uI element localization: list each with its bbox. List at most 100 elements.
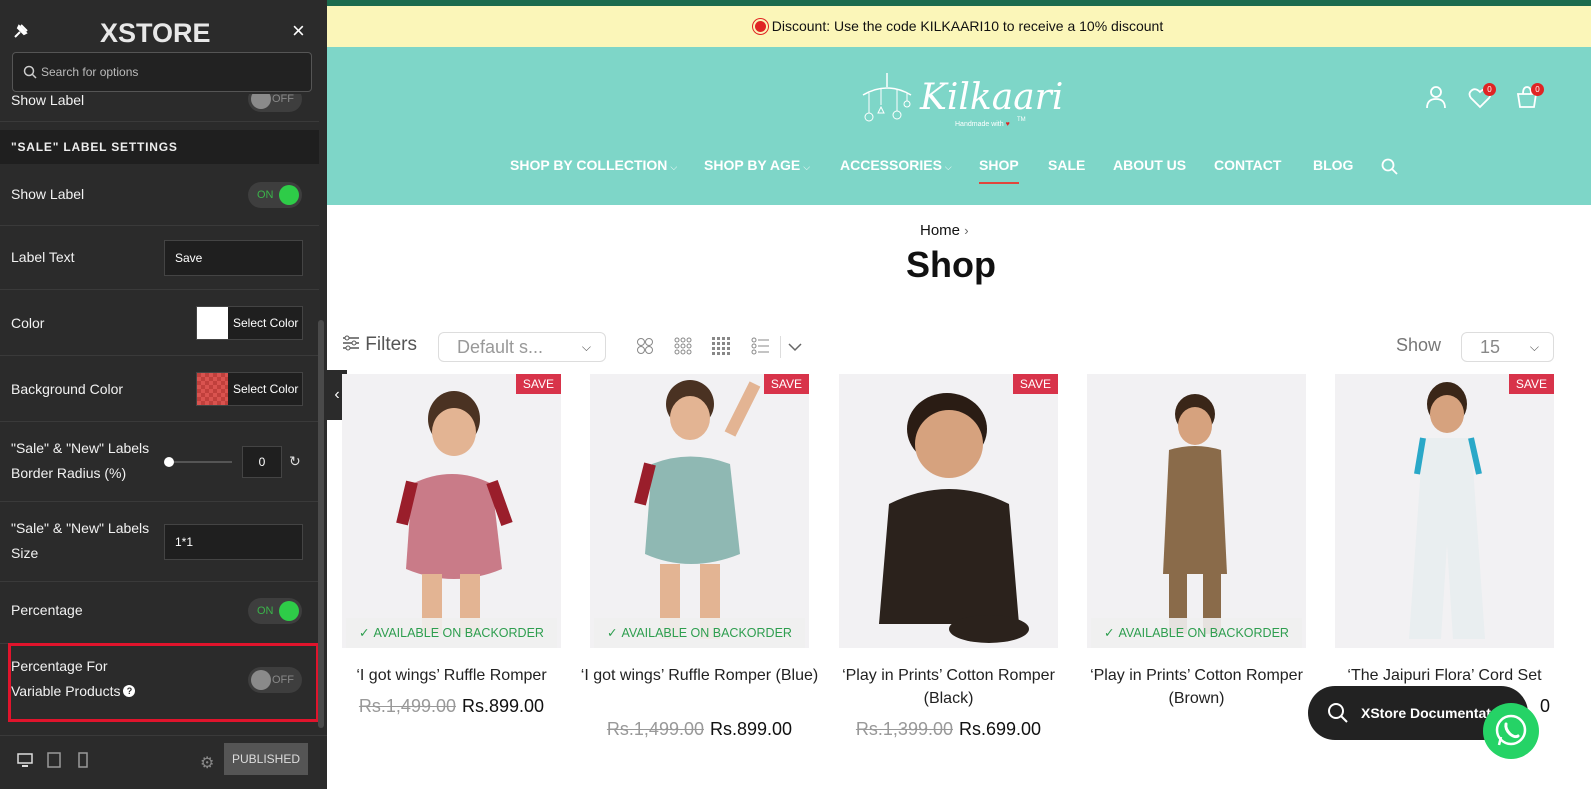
product-price: Rs.1,399.00 Rs.699.00 (829, 719, 1068, 740)
product-photo (879, 393, 1029, 643)
more-views-chevron-icon[interactable] (788, 342, 802, 352)
published-button[interactable]: PUBLISHED (224, 743, 308, 775)
site-preview: Discount: Use the code KILKAARI10 to rec… (327, 6, 1591, 789)
panel-footer: ⚙ PUBLISHED (0, 735, 327, 789)
wishlist-count-badge: 0 (1483, 83, 1496, 96)
section-title: "SALE" LABEL SETTINGS (11, 140, 178, 154)
breadcrumb-home[interactable]: Home (920, 222, 960, 239)
product-image[interactable]: SAVE (1335, 374, 1554, 648)
backorder-status: ✓ AVAILABLE ON BACKORDER (1091, 618, 1302, 648)
mobile-icon[interactable] (75, 752, 91, 768)
product-title[interactable]: ‘Play in Prints’ Cotton Romper (Black) (829, 664, 1068, 710)
sale-price: Rs.899.00 (710, 719, 793, 739)
sale-label-section-header: "SALE" LABEL SETTINGS (0, 130, 319, 164)
nav-contact[interactable]: CONTACT (1214, 157, 1281, 173)
percentage-variable-toggle[interactable]: OFF (248, 667, 302, 693)
brand-name: Kilkaari (920, 77, 1064, 118)
nav-blog[interactable]: BLOG (1313, 157, 1353, 173)
customizer-panel: XSTORE × Show Label OFF "SALE" LABEL SET… (0, 0, 327, 789)
nav-accessories[interactable]: ACCESSORIES ⌵ (840, 157, 952, 173)
background-color-row: Background Color Select Color (0, 356, 319, 422)
old-price: Rs.1,399.00 (855, 719, 953, 739)
per-page-select[interactable]: 15 ⌵ (1461, 332, 1554, 362)
labels-size-input[interactable]: 1*1 (164, 524, 303, 560)
background-color-label: Background Color (11, 381, 124, 397)
partial-show-label-row: Show Label OFF (0, 94, 319, 122)
account-icon[interactable] (1425, 85, 1447, 109)
border-radius-input[interactable]: 0 (242, 446, 282, 478)
product-title[interactable]: ‘Play in Prints’ Cotton Romper (Brown) (1077, 664, 1316, 710)
close-icon[interactable]: × (292, 18, 305, 44)
help-icon[interactable]: ? (123, 685, 136, 697)
product-image[interactable]: SAVE ✓ AVAILABLE ON BACKORDER (342, 374, 561, 648)
pin-icon[interactable] (12, 22, 30, 40)
save-badge: SAVE (1508, 374, 1554, 394)
search-input[interactable] (41, 61, 301, 83)
nav-shop-by-collection[interactable]: SHOP BY COLLECTION ⌵ (510, 157, 677, 173)
background-color-select-button[interactable]: Select Color (196, 372, 303, 406)
background-color-swatch (197, 373, 228, 405)
partial-show-label-toggle[interactable]: OFF (248, 94, 302, 112)
grid-4-icon[interactable] (712, 337, 730, 355)
product-title[interactable]: ‘I got wings’ Ruffle Romper (332, 664, 571, 687)
panel-header: XSTORE × (0, 6, 327, 50)
product-image[interactable]: ✓ AVAILABLE ON BACKORDER (1087, 374, 1306, 648)
whatsapp-button[interactable] (1483, 703, 1539, 759)
product-image[interactable]: SAVE (839, 374, 1058, 648)
shop-toolbar: Filters Default s... ⌵ Show 15 ⌵ (327, 330, 1591, 364)
product-price: Rs.1,499.00 Rs.899.00 (580, 719, 819, 740)
percentage-toggle[interactable]: ON (248, 598, 302, 624)
nav-shop[interactable]: SHOP (979, 157, 1019, 184)
sale-price: 0 (1539, 696, 1550, 716)
search-icon[interactable] (1381, 158, 1398, 175)
product-title[interactable]: ‘I got wings’ Ruffle Romper (Blue) (580, 664, 819, 687)
percentage-label: Percentage (11, 602, 83, 618)
product-photo (634, 380, 761, 639)
color-select-label: Select Color (233, 316, 299, 330)
label-text-label: Label Text (11, 249, 75, 265)
filters-icon (343, 335, 359, 351)
product-title[interactable]: ‘The Jaipuri Flora’ Cord Set (1325, 664, 1564, 687)
show-label: Show (1396, 335, 1442, 355)
border-radius-slider-track[interactable] (169, 461, 232, 463)
documentation-label: XStore Documentat (1361, 705, 1491, 721)
whatsapp-icon (1495, 714, 1527, 746)
grid-3-icon[interactable] (674, 337, 692, 355)
label-text-input[interactable]: Save (164, 240, 303, 276)
nav-sale[interactable]: SALE (1048, 157, 1085, 173)
filters-button[interactable]: Filters (342, 334, 417, 356)
tablet-icon[interactable] (46, 752, 62, 768)
product-photo (1409, 382, 1485, 639)
chevron-down-icon: ⌵ (1529, 340, 1539, 354)
breadcrumb: Home › (920, 222, 969, 239)
xstore-logo: XSTORE (100, 18, 211, 48)
toolbar-divider (780, 336, 781, 358)
desktop-icon[interactable] (17, 752, 33, 768)
backorder-status: ✓ AVAILABLE ON BACKORDER (346, 618, 557, 648)
save-badge: SAVE (763, 374, 809, 394)
list-view-icon[interactable] (751, 337, 769, 355)
promo-text: Discount: Use the code KILKAARI10 to rec… (771, 18, 1164, 34)
chevron-down-icon: ⌵ (581, 340, 591, 354)
background-color-select-label: Select Color (233, 382, 299, 396)
grid-2-icon[interactable] (636, 337, 654, 355)
partial-show-label: Show Label (11, 94, 85, 108)
color-select-button[interactable]: Select Color (196, 306, 303, 340)
product-image[interactable]: SAVE ✓ AVAILABLE ON BACKORDER (590, 374, 809, 648)
gear-icon[interactable]: ⚙ (200, 753, 214, 773)
border-radius-slider-handle[interactable] (164, 457, 174, 467)
show-label-toggle[interactable]: ON (248, 182, 302, 208)
sort-select[interactable]: Default s... ⌵ (438, 332, 606, 362)
panel-scrollbar[interactable] (318, 320, 324, 728)
product-photo (1163, 394, 1227, 634)
reset-icon[interactable]: ↻ (289, 453, 301, 470)
show-label-label: Show Label (11, 186, 85, 202)
old-price: Rs.1,499.00 (358, 696, 456, 716)
labels-size-row: "Sale" & "New" Labels Size 1*1 (0, 502, 319, 582)
brand-logo[interactable]: Kilkaari Handmade with ♥ TM (857, 73, 1063, 133)
main-nav: SHOP BY COLLECTION ⌵ SHOP BY AGE ⌵ ACCESSO… (327, 151, 1591, 184)
labels-size-label: "Sale" & "New" Labels Size (11, 520, 150, 561)
nav-about-us[interactable]: ABOUT US (1113, 157, 1186, 173)
brand-tagline: Handmade with ♥ (955, 121, 1010, 128)
nav-shop-by-age[interactable]: SHOP BY AGE ⌵ (704, 157, 810, 173)
